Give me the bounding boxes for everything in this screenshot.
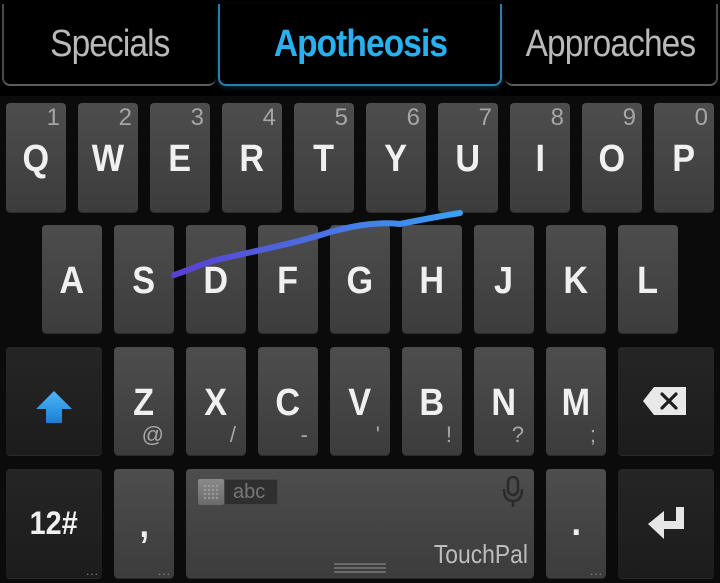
key-label: J (494, 260, 514, 302)
key-j[interactable]: J (474, 225, 534, 333)
key-label: U (455, 138, 481, 180)
language-switch[interactable]: abc (198, 479, 279, 505)
candidate-label: Apotheosis (273, 22, 447, 65)
key-number-hint: 4 (262, 104, 276, 131)
key-g[interactable]: G (330, 225, 390, 333)
key-symbol-hint: / (229, 422, 236, 447)
brand-label: TouchPal (433, 539, 528, 569)
key-label: M (561, 382, 591, 424)
key-q[interactable]: Q1 (6, 103, 66, 212)
key-c[interactable]: C- (258, 347, 318, 455)
key-v[interactable]: V ' (330, 347, 390, 455)
space-key[interactable]: abc TouchPal (186, 469, 534, 578)
key-symbol-hint: ! (445, 422, 452, 447)
key-number-hint: 3 (190, 104, 204, 131)
key-number-hint: 2 (118, 104, 132, 131)
more-indicator: ... (589, 564, 603, 578)
key-label: G (346, 260, 374, 302)
key-symbol-hint: - (300, 422, 308, 447)
key-label: Q (22, 138, 50, 180)
shift-key[interactable] (6, 347, 102, 455)
key-label: C (275, 382, 301, 424)
language-label: abc (224, 479, 279, 505)
shift-arrow-up-icon (36, 391, 72, 423)
key-f[interactable]: F (258, 225, 318, 333)
backspace-icon (643, 387, 686, 415)
key-label: X (204, 382, 228, 424)
key-e[interactable]: E3 (150, 103, 210, 212)
candidate-approaches[interactable]: Approaches (505, 4, 718, 86)
symbols-label: 12# (29, 505, 79, 541)
key-h[interactable]: H (402, 225, 462, 333)
key-label: W (91, 138, 125, 180)
key-label: I (535, 138, 545, 180)
more-indicator: ... (85, 564, 99, 578)
key-p[interactable]: P0 (654, 103, 714, 212)
candidate-bar: Specials Apotheosis Approaches (0, 0, 720, 96)
key-symbol-hint: ; (589, 422, 596, 447)
comma-key[interactable]: , ... (114, 469, 174, 578)
key-number-hint: 9 (622, 104, 636, 131)
key-label: O (598, 138, 626, 180)
key-label: K (563, 260, 589, 302)
keyboard-resize-handle[interactable] (334, 563, 386, 575)
enter-return-icon (648, 507, 684, 539)
key-label: A (59, 260, 85, 302)
key-symbol-hint: @ (141, 422, 164, 447)
key-u[interactable]: U7 (438, 103, 498, 212)
key-label: L (637, 260, 659, 302)
key-label: B (419, 382, 445, 424)
key-label: N (491, 382, 517, 424)
key-a[interactable]: A (42, 225, 102, 333)
key-d[interactable]: D (186, 225, 246, 333)
key-label: Z (133, 382, 155, 424)
key-l[interactable]: L (618, 225, 678, 333)
key-label: F (277, 260, 299, 302)
key-label: T (313, 138, 335, 180)
key-o[interactable]: O9 (582, 103, 642, 212)
key-label: E (168, 138, 192, 180)
symbols-key[interactable]: 12# ... (6, 469, 102, 578)
key-label: S (132, 260, 156, 302)
key-number-hint: 7 (478, 104, 492, 131)
more-indicator: ... (157, 564, 171, 578)
candidate-label: Approaches (525, 22, 697, 65)
key-number-hint: 6 (406, 104, 420, 131)
period-key[interactable]: . ... (546, 469, 606, 578)
key-n[interactable]: N? (474, 347, 534, 455)
layout-grid-icon (198, 479, 224, 505)
period-label: . (571, 502, 581, 544)
key-y[interactable]: Y6 (366, 103, 426, 212)
key-number-hint: 1 (46, 104, 60, 131)
key-label: P (672, 138, 696, 180)
key-w[interactable]: W2 (78, 103, 138, 212)
key-s[interactable]: S (114, 225, 174, 333)
enter-key[interactable] (618, 469, 714, 578)
key-i[interactable]: I8 (510, 103, 570, 212)
key-k[interactable]: K (546, 225, 606, 333)
key-number-hint: 0 (694, 104, 708, 131)
candidate-label: Specials (50, 22, 170, 65)
key-label: Y (384, 138, 408, 180)
key-b[interactable]: B! (402, 347, 462, 455)
key-r[interactable]: R4 (222, 103, 282, 212)
key-x[interactable]: X / (186, 347, 246, 455)
key-m[interactable]: M; (546, 347, 606, 455)
key-symbol-hint: ? (511, 422, 524, 447)
key-number-hint: 5 (334, 104, 348, 131)
key-label: D (203, 260, 229, 302)
candidate-apotheosis[interactable]: Apotheosis (218, 4, 502, 86)
comma-label: , (139, 504, 149, 546)
key-symbol-hint: ' (375, 422, 380, 447)
key-label: V (348, 382, 372, 424)
microphone-icon[interactable] (502, 475, 524, 509)
key-t[interactable]: T5 (294, 103, 354, 212)
backspace-key[interactable] (618, 347, 714, 455)
key-z[interactable]: Z @ (114, 347, 174, 455)
key-label: R (239, 138, 265, 180)
key-label: H (419, 260, 445, 302)
key-number-hint: 8 (550, 104, 564, 131)
candidate-specials[interactable]: Specials (2, 4, 216, 86)
